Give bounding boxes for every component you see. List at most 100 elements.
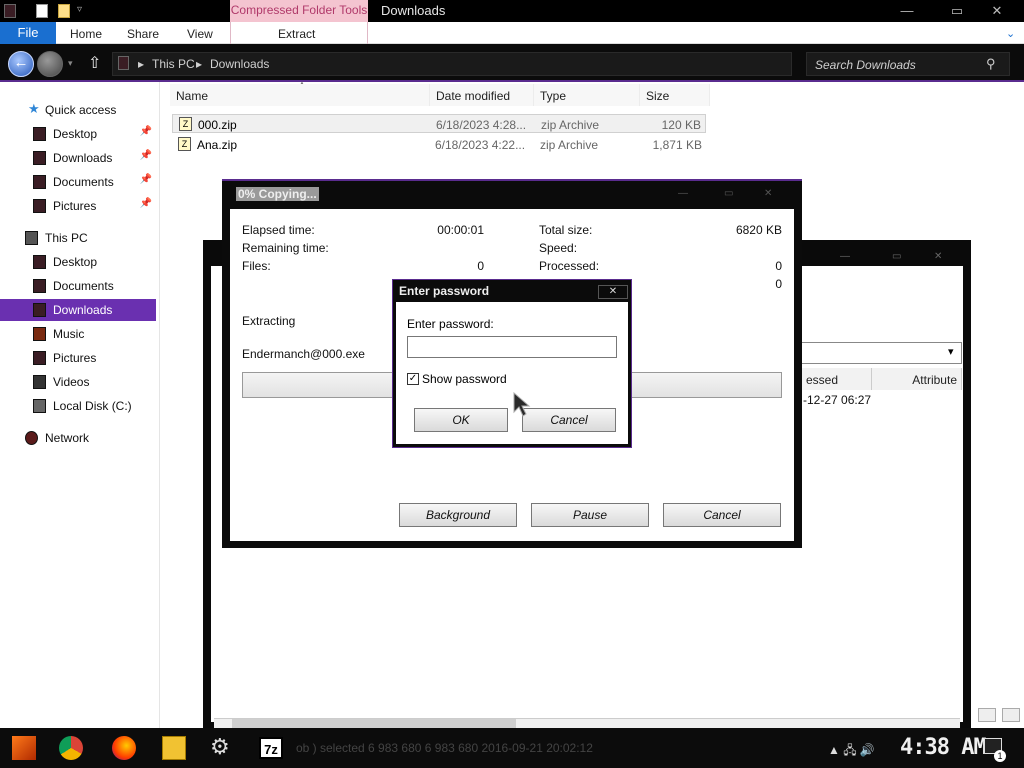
nav-pc-documents[interactable]: Documents (0, 275, 156, 297)
nav-network[interactable]: Network (0, 427, 156, 449)
clock[interactable]: 4:38 AM (900, 735, 987, 760)
pictures-icon (33, 199, 46, 213)
processed-label: Processed: (539, 259, 600, 273)
password-label: Enter password: (407, 317, 494, 331)
total-size-value: 6820 KB (735, 223, 782, 237)
7zip-icon[interactable]: 7z (259, 737, 283, 759)
pause-button[interactable]: Pause (531, 503, 649, 527)
column-attributes[interactable]: Attribute (872, 368, 962, 390)
column-date-modified[interactable]: Date modified (430, 84, 534, 106)
cancel-button[interactable]: Cancel (522, 408, 616, 432)
breadcrumb-downloads[interactable]: Downloads (210, 57, 269, 71)
customize-qat-icon[interactable]: ▿ (77, 4, 82, 15)
pin-icon[interactable]: 📌 (140, 198, 152, 209)
nav-pc-downloads[interactable]: Downloads (0, 299, 156, 321)
total-size-label: Total size: (539, 223, 593, 237)
archive-close-icon[interactable]: ✕ (934, 251, 942, 262)
archive-path-dropdown[interactable] (800, 342, 962, 364)
speed-label: Speed: (539, 241, 578, 255)
minimize-icon[interactable]: — (895, 3, 919, 18)
column-name[interactable]: Name (170, 84, 430, 106)
properties-icon[interactable] (36, 4, 48, 18)
ribbon-expand-icon[interactable]: ⌄ (1006, 27, 1015, 40)
start-icon[interactable] (12, 736, 36, 760)
recent-locations-icon[interactable]: ▾ (68, 58, 73, 69)
zip-file-icon: Z (178, 137, 191, 151)
file-size: 1,871 KB (652, 138, 702, 152)
search-icon[interactable]: ⚲ (986, 56, 996, 72)
show-password-checkbox[interactable]: ✓ (407, 373, 419, 385)
compressed-folder-tools-tab[interactable]: Compressed Folder Tools (230, 0, 368, 22)
cancel-copy-button[interactable]: Cancel (663, 503, 781, 527)
processed-value: 0 (775, 259, 782, 273)
ok-button[interactable]: OK (414, 408, 508, 432)
column-size[interactable]: Size (640, 84, 710, 106)
nav-pc-desktop[interactable]: Desktop (0, 251, 156, 273)
close-icon[interactable]: ✕ (985, 3, 1009, 19)
nav-label: Network (45, 431, 90, 445)
archive-maximize-icon[interactable]: ▭ (892, 251, 901, 262)
large-icons-view-icon[interactable] (1002, 708, 1020, 722)
back-arrow-icon: ← (13, 54, 29, 71)
file-date: 6/18/2023 4:28... (436, 118, 527, 132)
chevron-down-icon[interactable]: ▾ (948, 345, 954, 358)
downloads-icon (33, 303, 46, 317)
pin-icon[interactable]: 📌 (140, 150, 152, 161)
nav-label: Pictures (53, 199, 97, 213)
archive-minimize-icon[interactable]: — (840, 251, 850, 262)
elapsed-label: Elapsed time: (242, 223, 315, 237)
new-folder-icon[interactable] (58, 4, 70, 18)
star-icon: ★ (28, 101, 40, 116)
password-input[interactable] (407, 336, 617, 358)
tray-icons[interactable]: ▲ 🖧 🔊 (828, 741, 875, 762)
column-type[interactable]: Type (534, 84, 640, 106)
back-button[interactable]: ← (8, 51, 34, 77)
maximize-icon[interactable]: ▭ (945, 3, 969, 19)
forward-button[interactable] (37, 51, 63, 77)
copy-close-icon[interactable]: ✕ (764, 188, 772, 199)
breadcrumb-separator-icon: ▸ (196, 57, 203, 71)
file-explorer-icon[interactable] (162, 736, 186, 760)
nav-pc-pictures[interactable]: Pictures (0, 347, 156, 369)
chrome-icon[interactable] (59, 736, 83, 760)
nav-quick-pictures[interactable]: Pictures 📌 (0, 195, 156, 217)
nav-quick-documents[interactable]: Documents 📌 (0, 171, 156, 193)
nav-quick-downloads[interactable]: Downloads 📌 (0, 147, 156, 169)
file-type: zip Archive (540, 138, 599, 152)
accessed-value: -12-27 06:27 (803, 393, 872, 407)
details-view-icon[interactable] (978, 708, 996, 722)
pictures-icon (33, 351, 46, 365)
nav-this-pc[interactable]: This PC (0, 227, 156, 249)
search-input[interactable]: Search Downloads (806, 52, 1010, 76)
pin-icon[interactable]: 📌 (140, 126, 152, 137)
file-name: Ana.zip (197, 138, 238, 152)
file-date: 6/18/2023 4:22... (435, 138, 526, 152)
nav-quick-desktop[interactable]: Desktop 📌 (0, 123, 156, 145)
nav-quick-access[interactable]: ★ Quick access (0, 99, 156, 121)
nav-pc-videos[interactable]: Videos (0, 371, 156, 393)
breadcrumb-this-pc[interactable]: This PC (152, 57, 195, 71)
close-icon[interactable]: ✕ (598, 285, 628, 299)
pin-icon[interactable]: 📌 (140, 174, 152, 185)
tab-file[interactable]: File (0, 22, 56, 44)
background-button[interactable]: Background (399, 503, 517, 527)
file-row-ana[interactable]: Z Ana.zip 6/18/2023 4:22... zip Archive … (172, 135, 706, 154)
nav-pc-local-disk[interactable]: Local Disk (C:) (0, 395, 156, 417)
show-password-label[interactable]: Show password (422, 372, 507, 386)
column-accessed[interactable]: essed (800, 368, 872, 390)
nav-pc-music[interactable]: Music (0, 323, 156, 345)
firefox-icon[interactable] (112, 736, 136, 760)
compressed-value: 0 (775, 277, 782, 291)
copy-minimize-icon[interactable]: — (678, 188, 688, 199)
nav-label: Desktop (53, 255, 98, 269)
file-row-000[interactable]: Z 000.zip 6/18/2023 4:28... zip Archive … (172, 114, 706, 133)
up-arrow-icon[interactable]: ⇧ (88, 53, 101, 73)
tab-extract[interactable]: Extract (278, 27, 315, 41)
copy-maximize-icon[interactable]: ▭ (724, 188, 733, 199)
tab-share[interactable]: Share (127, 27, 159, 41)
nav-label: Quick access (45, 103, 117, 117)
tab-view[interactable]: View (187, 27, 213, 41)
settings-icon[interactable]: ⚙ (210, 734, 230, 760)
nav-label: Desktop (53, 127, 98, 141)
tab-home[interactable]: Home (70, 27, 102, 41)
